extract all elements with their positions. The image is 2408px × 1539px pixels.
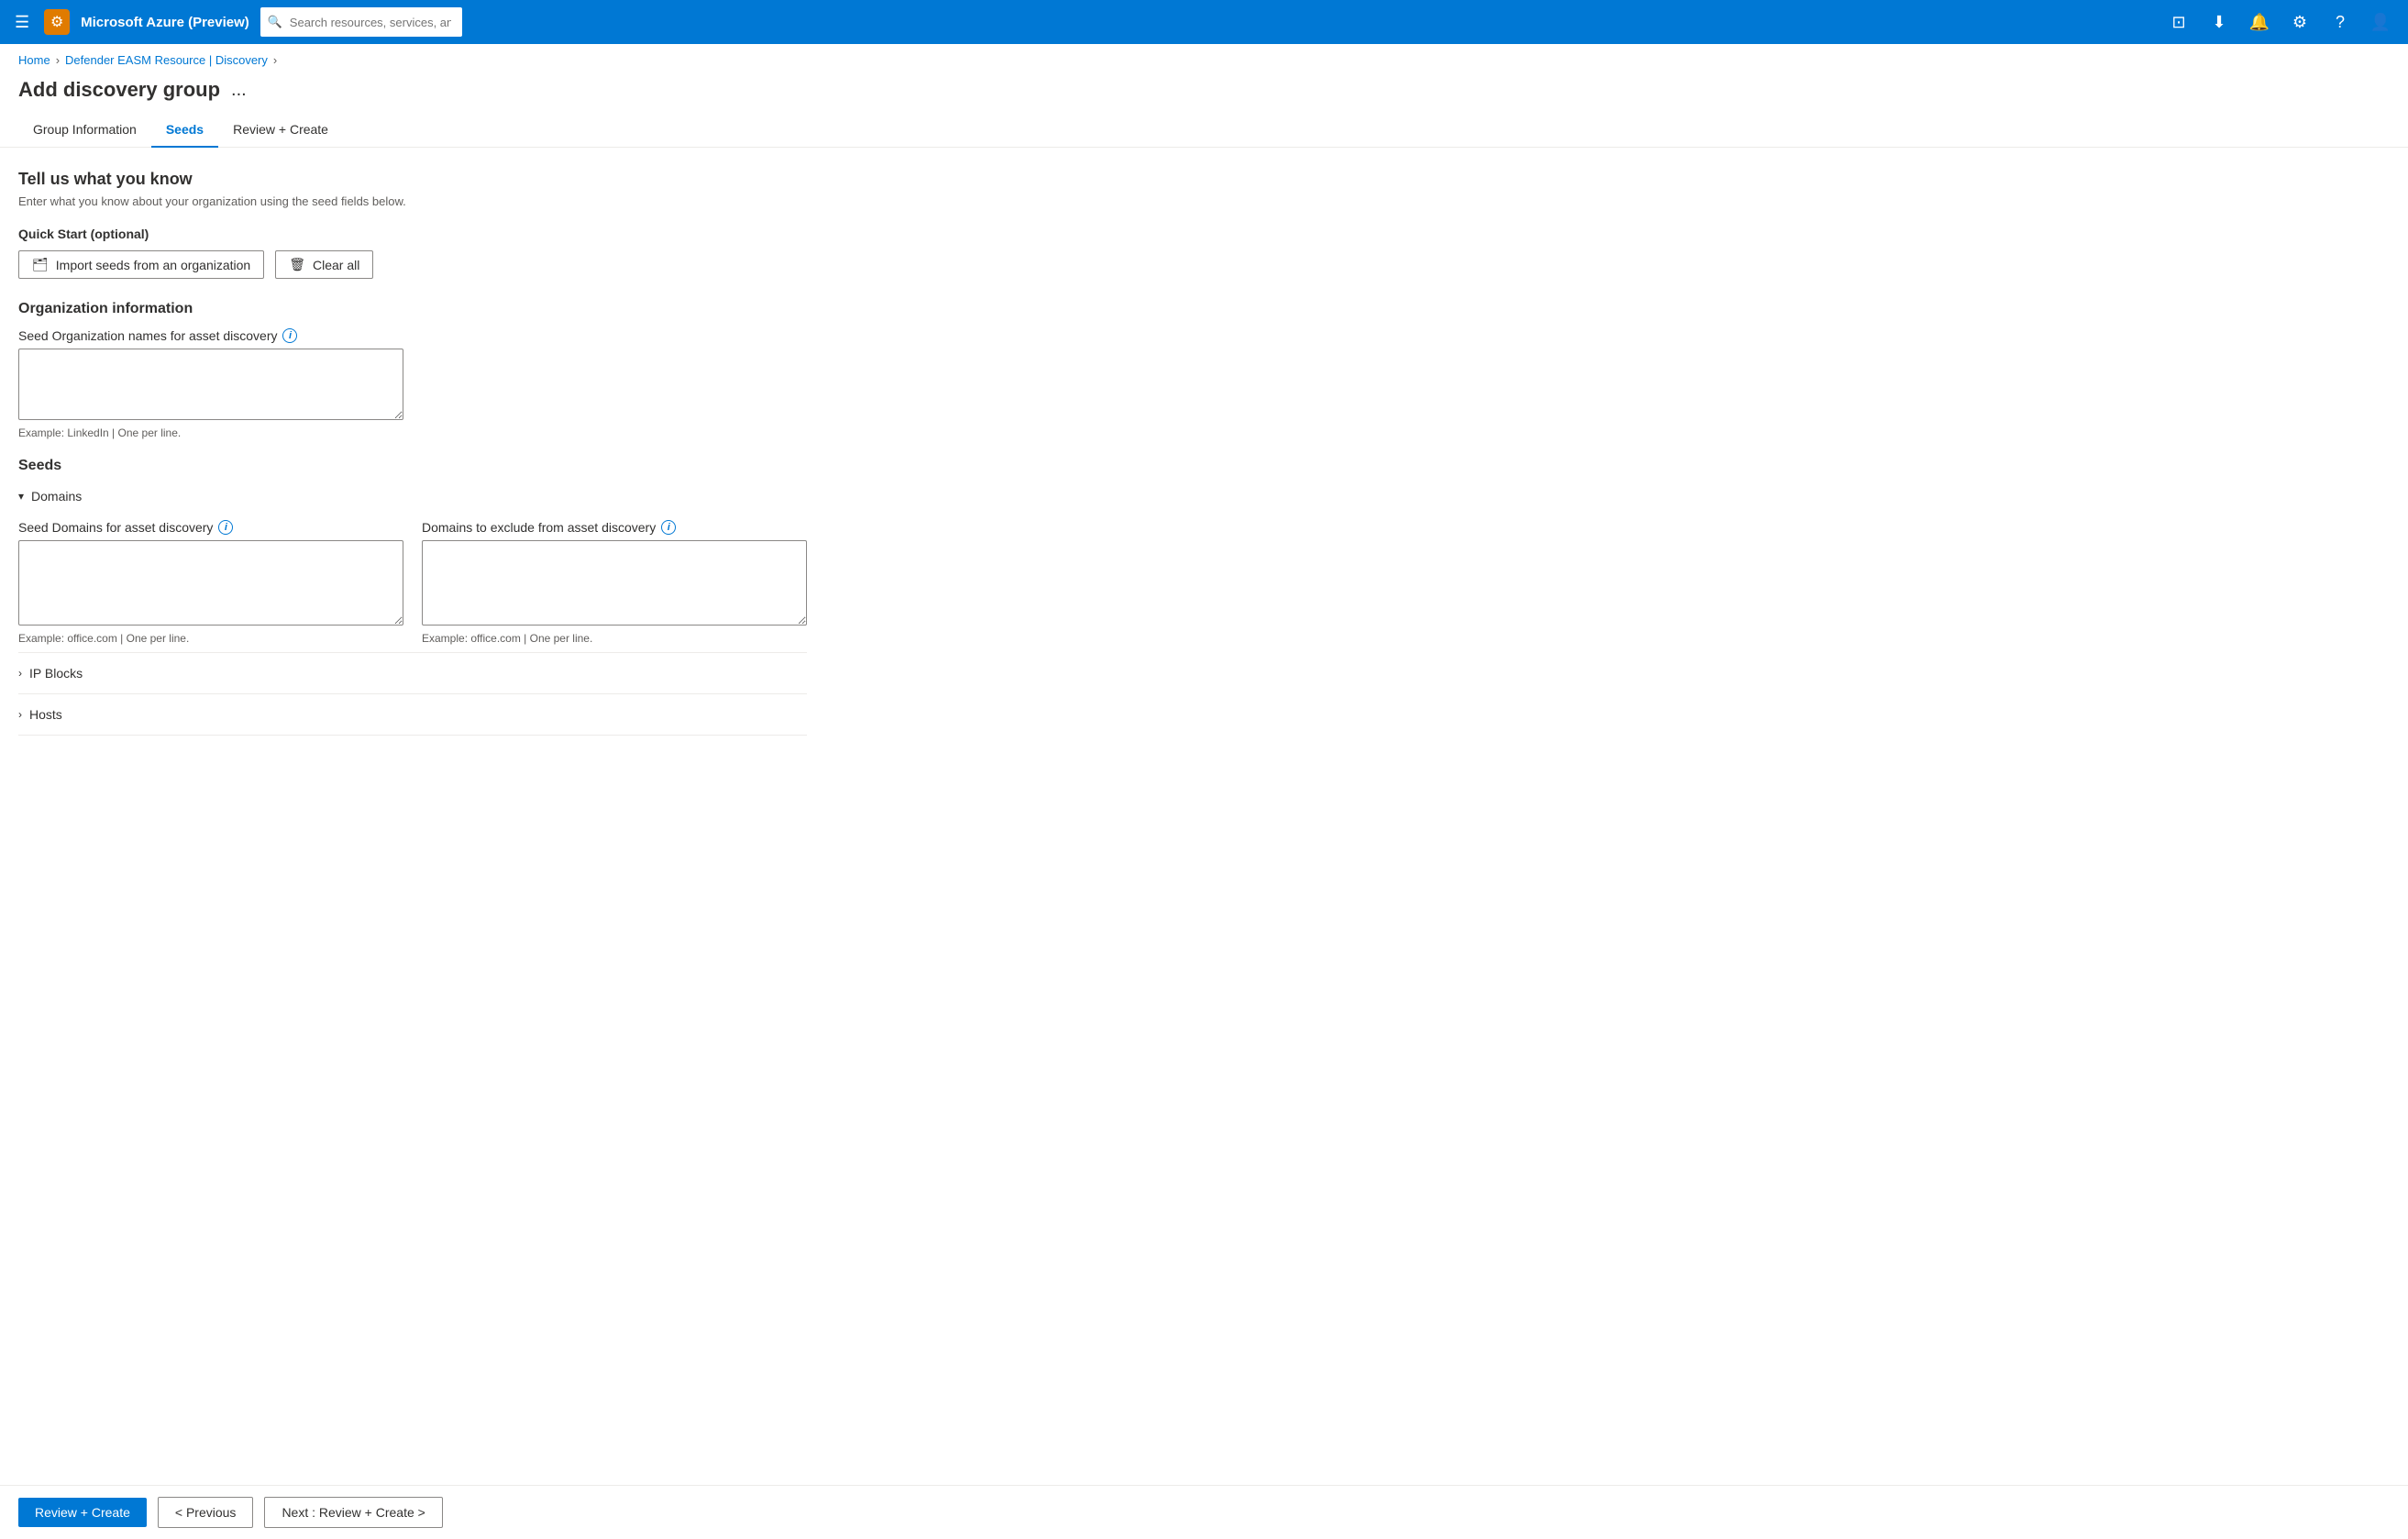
cloud-shell-icon[interactable]: ⊡ xyxy=(2162,6,2195,39)
seed-domains-hint: Example: office.com | One per line. xyxy=(18,632,403,645)
ip-blocks-section: › IP Blocks xyxy=(18,660,807,694)
breadcrumb: Home › Defender EASM Resource | Discover… xyxy=(0,44,2408,71)
seed-domains-field: Seed Domains for asset discovery i Examp… xyxy=(18,520,403,645)
hosts-label: Hosts xyxy=(29,707,62,722)
section-subtitle: Enter what you know about your organizat… xyxy=(18,194,807,208)
clear-all-label: Clear all xyxy=(313,258,359,272)
tab-group-information[interactable]: Group Information xyxy=(18,113,151,148)
ip-blocks-header[interactable]: › IP Blocks xyxy=(18,660,807,686)
tab-seeds[interactable]: Seeds xyxy=(151,113,218,148)
breadcrumb-resource[interactable]: Defender EASM Resource | Discovery xyxy=(65,53,268,67)
tabs-bar: Group Information Seeds Review + Create xyxy=(0,113,2408,148)
domains-fields: Seed Domains for asset discovery i Examp… xyxy=(18,520,807,645)
seed-domains-label: Seed Domains for asset discovery i xyxy=(18,520,403,535)
breadcrumb-sep-1: › xyxy=(56,53,60,67)
feedback-icon[interactable]: ⬇ xyxy=(2203,6,2236,39)
hosts-section: › Hosts xyxy=(18,702,807,736)
page-body: Home › Defender EASM Resource | Discover… xyxy=(0,44,2408,829)
exclude-domains-textarea[interactable] xyxy=(422,540,807,626)
topbar: ☰ ⚙ Microsoft Azure (Preview) ⊡ ⬇ 🔔 ⚙ ? … xyxy=(0,0,2408,44)
exclude-domains-info-icon[interactable]: i xyxy=(661,520,676,535)
org-names-textarea[interactable] xyxy=(18,349,403,420)
app-title: Microsoft Azure (Preview) xyxy=(81,15,249,30)
exclude-domains-hint: Example: office.com | One per line. xyxy=(422,632,807,645)
org-info-title: Organization information xyxy=(18,301,807,317)
org-names-label: Seed Organization names for asset discov… xyxy=(18,328,807,343)
domains-chevron-icon: ▾ xyxy=(18,490,24,503)
search-input[interactable] xyxy=(260,7,462,37)
quick-start-buttons: 🗂 Import seeds from an organization 🗑 Cl… xyxy=(18,250,807,279)
clear-all-button[interactable]: 🗑 Clear all xyxy=(275,250,373,279)
domains-header[interactable]: ▾ Domains xyxy=(18,483,807,509)
domains-section: ▾ Domains Seed Domains for asset discove… xyxy=(18,483,807,653)
org-names-info-icon[interactable]: i xyxy=(282,328,297,343)
section-title: Tell us what you know xyxy=(18,170,807,189)
page-title: Add discovery group xyxy=(18,78,220,102)
review-create-button[interactable]: Review + Create xyxy=(18,1498,147,1527)
org-names-field: Seed Organization names for asset discov… xyxy=(18,328,807,439)
ip-blocks-label: IP Blocks xyxy=(29,666,83,681)
seed-domains-info-icon[interactable]: i xyxy=(218,520,233,535)
next-button[interactable]: Next : Review + Create > xyxy=(264,1497,442,1528)
page-header: Add discovery group ... xyxy=(0,71,2408,113)
search-wrapper xyxy=(260,7,902,37)
import-seeds-label: Import seeds from an organization xyxy=(56,258,250,272)
logo-icon: ⚙ xyxy=(50,13,63,31)
topbar-icons: ⊡ ⬇ 🔔 ⚙ ? 👤 xyxy=(2162,6,2397,39)
breadcrumb-sep-2: › xyxy=(273,53,277,67)
hosts-header[interactable]: › Hosts xyxy=(18,702,807,727)
seeds-title: Seeds xyxy=(18,458,807,474)
footer: Review + Create < Previous Next : Review… xyxy=(0,1485,2408,1539)
exclude-domains-field: Domains to exclude from asset discovery … xyxy=(422,520,807,645)
exclude-domains-label: Domains to exclude from asset discovery … xyxy=(422,520,807,535)
breadcrumb-home[interactable]: Home xyxy=(18,53,50,67)
quick-start-label: Quick Start (optional) xyxy=(18,227,807,241)
notifications-icon[interactable]: 🔔 xyxy=(2243,6,2276,39)
trash-icon: 🗑 xyxy=(289,257,305,272)
domains-label: Domains xyxy=(31,489,82,504)
help-icon[interactable]: ? xyxy=(2324,6,2357,39)
main-content: Tell us what you know Enter what you kno… xyxy=(0,148,825,765)
ip-blocks-chevron-icon: › xyxy=(18,667,22,680)
app-logo: ⚙ xyxy=(44,9,70,35)
import-seeds-button[interactable]: 🗂 Import seeds from an organization xyxy=(18,250,264,279)
hosts-chevron-icon: › xyxy=(18,708,22,721)
settings-icon[interactable]: ⚙ xyxy=(2283,6,2316,39)
seed-domains-textarea[interactable] xyxy=(18,540,403,626)
page-menu-icon[interactable]: ... xyxy=(231,80,247,101)
account-icon[interactable]: 👤 xyxy=(2364,6,2397,39)
hamburger-icon[interactable]: ☰ xyxy=(11,9,33,36)
previous-button[interactable]: < Previous xyxy=(158,1497,254,1528)
import-icon: 🗂 xyxy=(32,257,49,272)
org-names-hint: Example: LinkedIn | One per line. xyxy=(18,426,807,439)
tab-review-create[interactable]: Review + Create xyxy=(218,113,343,148)
